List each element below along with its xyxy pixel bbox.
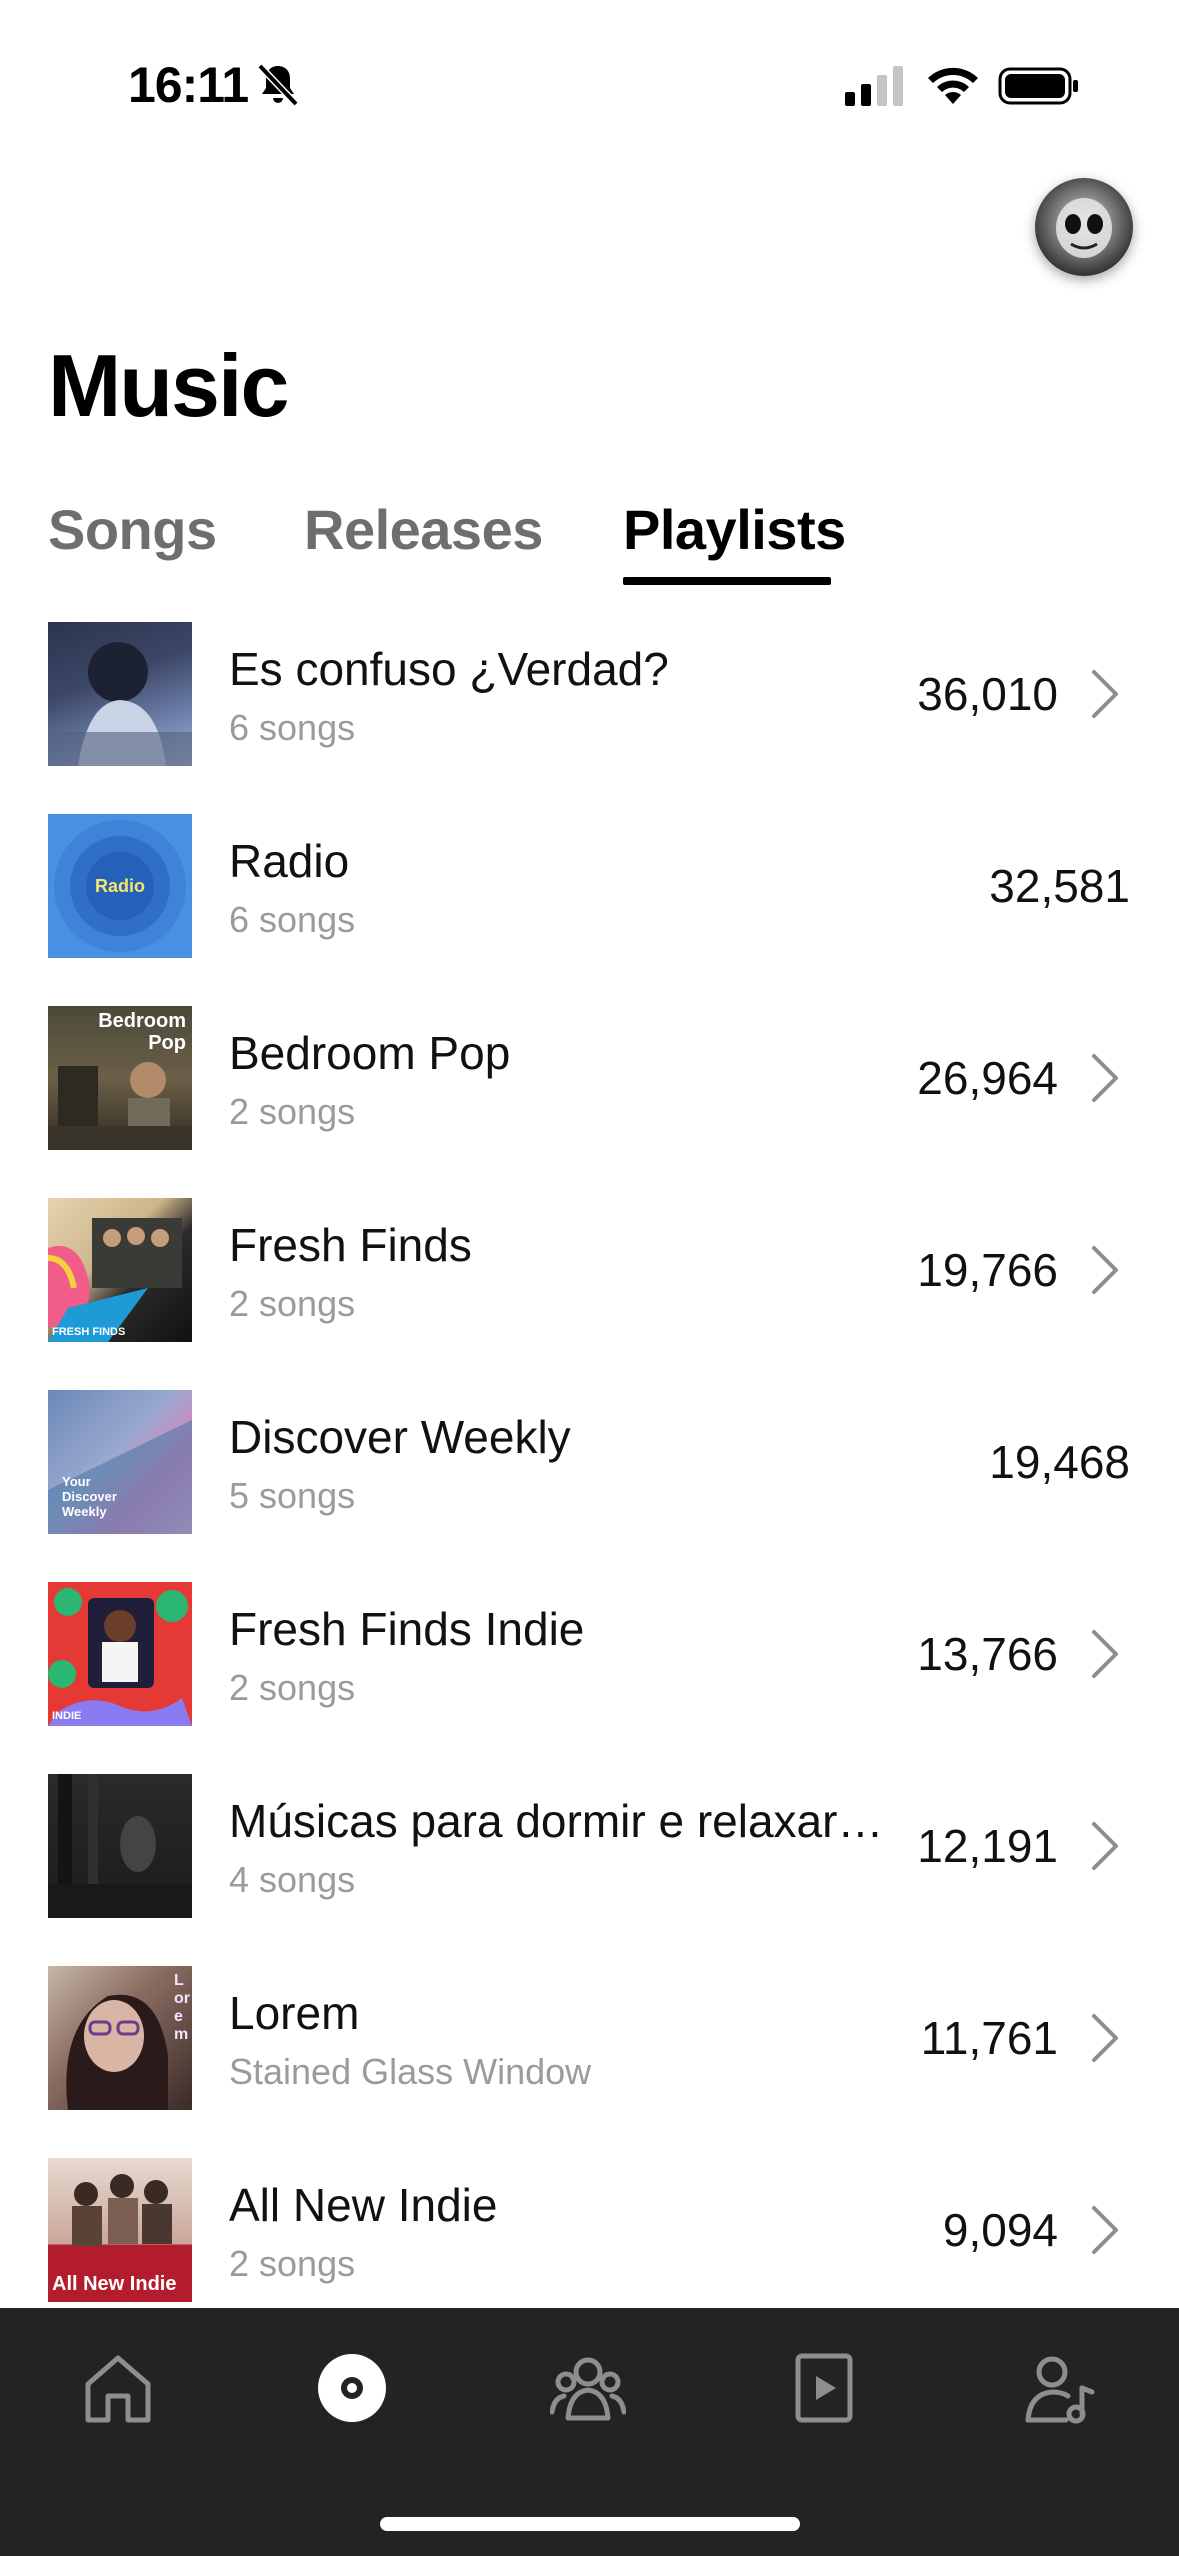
tab-songs[interactable]: Songs: [48, 497, 217, 562]
battery-icon: [998, 67, 1078, 105]
chevron-right-icon[interactable]: [1088, 1244, 1122, 1296]
playlist-title: Bedroom Pop: [229, 1027, 511, 1079]
chevron-right-icon[interactable]: [1088, 1052, 1122, 1104]
tab-releases[interactable]: Releases: [304, 497, 543, 562]
playlist-title: All New Indie: [229, 2179, 498, 2231]
list-item[interactable]: Your Discover Weekly Discover Weekly 5 s…: [0, 1390, 1179, 1582]
cover-label: FRESH FINDS: [52, 1326, 126, 1338]
avatar[interactable]: [1035, 178, 1133, 276]
playlist-count: 19,766: [917, 1244, 1058, 1296]
playlist-count: 19,468: [989, 1436, 1130, 1488]
playlist-title: Discover Weekly: [229, 1411, 571, 1463]
chevron-right-icon[interactable]: [1088, 668, 1122, 720]
avatar-image: [1056, 198, 1112, 258]
playlist-cover: Your Discover Weekly: [48, 1390, 192, 1534]
chevron-right-icon[interactable]: [1088, 1628, 1122, 1680]
playlist-title: Fresh Finds: [229, 1219, 472, 1271]
list-item[interactable]: Bedroom Pop Bedroom Pop 2 songs 26,964: [0, 1006, 1179, 1198]
cover-label: Your Discover Weekly: [62, 1474, 117, 1519]
playlist-count: 11,761: [920, 2012, 1058, 2064]
list-item[interactable]: Radio Radio 6 songs 32,581: [0, 814, 1179, 1006]
playlist-count: 9,094: [942, 2204, 1058, 2256]
home-icon[interactable]: [80, 2350, 156, 2426]
wifi-icon: [928, 67, 978, 104]
playlist-subtitle: Stained Glass Window: [229, 2051, 592, 2092]
cover-label: Bedroom Pop: [98, 1010, 186, 1054]
playlist-subtitle: 5 songs: [229, 1475, 356, 1516]
playlist-count: 13,766: [917, 1628, 1058, 1680]
list-item[interactable]: Músicas para dormir e relaxar… 4 songs 1…: [0, 1774, 1179, 1966]
playlist-title: Fresh Finds Indie: [229, 1603, 585, 1655]
bell-slash-icon: [257, 63, 299, 107]
status-time: 16:11: [128, 57, 249, 113]
active-tab-indicator: [623, 577, 831, 585]
list-item[interactable]: INDIE Fresh Finds Indie 2 songs 13,766: [0, 1582, 1179, 1774]
playlist-cover: [48, 622, 192, 766]
video-icon[interactable]: [786, 2350, 862, 2426]
page-title: Music: [48, 336, 289, 435]
cover-label: All New Indie: [52, 2273, 177, 2295]
segment-tabs: Songs Releases Playlists: [48, 497, 1148, 589]
music-disc-icon[interactable]: [314, 2350, 390, 2426]
playlist-cover: Lorem: [48, 1966, 192, 2110]
chevron-right-icon[interactable]: [1088, 2204, 1122, 2256]
friends-icon[interactable]: [550, 2350, 626, 2426]
playlist-count: 12,191: [917, 1820, 1058, 1872]
chevron-right-icon[interactable]: [1088, 1820, 1122, 1872]
home-indicator: [380, 2517, 800, 2531]
status-bar: 16:11: [0, 0, 1179, 170]
playlist-cover: FRESH FINDS: [48, 1198, 192, 1342]
playlist-subtitle: 2 songs: [229, 2243, 356, 2284]
list-item[interactable]: Es confuso ¿Verdad? 6 songs 36,010: [0, 622, 1179, 814]
playlist-title: Lorem: [229, 1987, 360, 2039]
playlist-title: Radio: [229, 835, 350, 887]
playlist-subtitle: 2 songs: [229, 1091, 356, 1132]
tab-playlists[interactable]: Playlists: [623, 497, 846, 562]
playlist-subtitle: 4 songs: [229, 1859, 356, 1900]
signal-icon: [845, 66, 903, 106]
cover-label: Radio: [94, 876, 145, 896]
playlist-cover: INDIE: [48, 1582, 192, 1726]
playlist-subtitle: 6 songs: [229, 899, 356, 940]
list-item[interactable]: Lorem Lorem Stained Glass Window 11,761: [0, 1966, 1179, 2158]
playlist-cover: [48, 1774, 192, 1918]
playlist-subtitle: 2 songs: [229, 1283, 356, 1324]
cover-label: INDIE: [52, 1710, 82, 1722]
artist-icon[interactable]: [1020, 2350, 1096, 2426]
playlist-count: 26,964: [917, 1052, 1058, 1104]
playlist-subtitle: 6 songs: [229, 707, 356, 748]
playlist-count: 36,010: [917, 668, 1058, 720]
playlist-cover: Radio: [48, 814, 192, 958]
playlist-cover: All New Indie: [48, 2158, 192, 2302]
playlist-subtitle: 2 songs: [229, 1667, 356, 1708]
cover-label: Lorem: [174, 1972, 190, 2043]
playlist-count: 32,581: [989, 860, 1130, 912]
playlist-title: Es confuso ¿Verdad?: [229, 643, 669, 695]
playlist-cover: Bedroom Pop: [48, 1006, 192, 1150]
list-item[interactable]: FRESH FINDS Fresh Finds 2 songs 19,766: [0, 1198, 1179, 1390]
chevron-right-icon[interactable]: [1088, 2012, 1122, 2064]
